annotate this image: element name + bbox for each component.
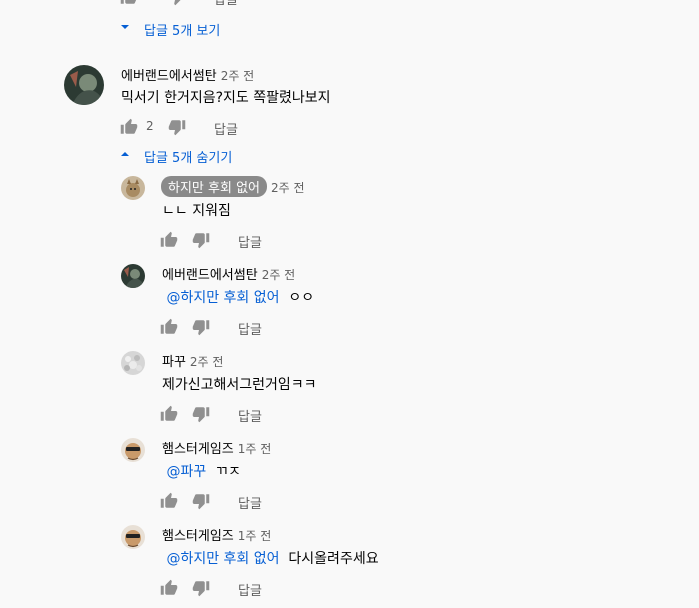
reply-header: 하지만 후회 없어 2주 전 <box>161 176 305 197</box>
reply-header: 에버랜드에서썸탄 2주 전 <box>162 264 295 283</box>
reply-actions: 답글 <box>160 579 360 601</box>
reply-actions: 답글 <box>160 318 360 340</box>
comment-time[interactable]: 2주 전 <box>262 268 296 282</box>
caret-down-icon <box>121 25 129 29</box>
reply-body: 제가신고해서그런거임ㅋㅋ <box>162 377 317 393</box>
thumbs-down-icon[interactable] <box>168 118 186 136</box>
reply-text: @하지만 후회 없어 다시올려주세요 <box>162 548 379 568</box>
avatar[interactable] <box>121 176 145 200</box>
mention-link[interactable]: @하지만 후회 없어 <box>166 290 279 306</box>
mention-link[interactable]: @파꾸 <box>166 464 206 480</box>
reply-button[interactable]: 답글 <box>214 119 238 138</box>
creator-author-chip[interactable]: 하지만 후회 없어 <box>161 176 267 197</box>
avatar[interactable] <box>121 351 145 375</box>
thumbs-down-icon[interactable] <box>192 579 210 597</box>
mention-link[interactable]: @하지만 후회 없어 <box>166 551 279 567</box>
avatar[interactable] <box>121 264 145 288</box>
reply-button[interactable]: 답글 <box>238 319 262 338</box>
caret-up-icon <box>121 152 129 156</box>
hide-replies-label: 답글 5개 숨기기 <box>144 151 233 166</box>
comment-header: 에버랜드에서썸탄 2주 전 <box>121 65 254 84</box>
avatar[interactable] <box>121 438 145 462</box>
avatar[interactable] <box>64 65 104 105</box>
reply-button[interactable]: 답글 <box>238 493 262 512</box>
comment-time[interactable]: 2주 전 <box>271 181 305 195</box>
reply-actions: 답글 <box>160 492 360 514</box>
author-name[interactable]: 햄스터게임즈 <box>162 529 234 544</box>
comment-actions: 2 답글 <box>120 118 320 140</box>
author-name[interactable]: 햄스터게임즈 <box>162 442 234 457</box>
like-count: 2 <box>146 0 154 3</box>
thumbs-up-icon[interactable] <box>160 405 178 423</box>
reply-body: ㄴㄴ 지워짐 <box>162 203 231 219</box>
thumbs-up-icon[interactable] <box>120 118 138 136</box>
thumbs-down-icon[interactable] <box>168 0 186 6</box>
reply-body: ㄲㅈ <box>215 464 241 480</box>
reply-text: 제가신고해서그런거임ㅋㅋ <box>162 374 317 394</box>
thumbs-up-icon[interactable] <box>160 579 178 597</box>
reply-button[interactable]: 답글 <box>238 232 262 251</box>
reply-header: 햄스터게임즈 1주 전 <box>162 525 271 544</box>
reply-body: 다시올려주세요 <box>288 551 379 567</box>
reply-button[interactable]: 답글 <box>238 406 262 425</box>
like-count: 2 <box>146 119 154 133</box>
thumbs-down-icon[interactable] <box>192 492 210 510</box>
reply-button[interactable]: 답글 <box>214 0 238 8</box>
hide-replies-button[interactable]: 답글 5개 숨기기 <box>120 147 280 166</box>
reply-body: ㅇㅇ <box>288 290 315 306</box>
comment-text: 믹서기 한거지음?지도 쪽팔렸나보지 <box>121 90 331 106</box>
reply-text: ㄴㄴ 지워짐 <box>162 200 231 220</box>
thumbs-down-icon[interactable] <box>192 318 210 336</box>
comment-time[interactable]: 1주 전 <box>238 529 272 543</box>
reply-actions: 답글 <box>160 405 360 427</box>
thumbs-down-icon[interactable] <box>192 405 210 423</box>
top-comment-actions: 2 답글 <box>120 0 320 10</box>
thumbs-up-icon[interactable] <box>160 318 178 336</box>
avatar[interactable] <box>121 525 145 549</box>
thumbs-up-icon[interactable] <box>160 231 178 249</box>
reply-header: 파꾸 2주 전 <box>162 351 223 370</box>
thumbs-up-icon[interactable] <box>120 0 138 6</box>
view-replies-label: 답글 5개 보기 <box>144 24 221 39</box>
thumbs-down-icon[interactable] <box>192 231 210 249</box>
author-name[interactable]: 에버랜드에서썸탄 <box>121 69 217 84</box>
view-replies-button[interactable]: 답글 5개 보기 <box>120 20 280 39</box>
reply-header: 햄스터게임즈 1주 전 <box>162 438 271 457</box>
thumbs-up-icon[interactable] <box>160 492 178 510</box>
reply-actions: 답글 <box>160 231 360 253</box>
reply-text: @파꾸 ㄲㅈ <box>162 461 241 481</box>
comment-time[interactable]: 1주 전 <box>238 442 272 456</box>
comment-time[interactable]: 2주 전 <box>190 355 224 369</box>
comment-time[interactable]: 2주 전 <box>221 69 255 83</box>
reply-button[interactable]: 답글 <box>238 580 262 599</box>
author-name[interactable]: 파꾸 <box>162 355 186 370</box>
reply-text: @하지만 후회 없어 ㅇㅇ <box>162 287 314 307</box>
author-name[interactable]: 에버랜드에서썸탄 <box>162 268 258 283</box>
